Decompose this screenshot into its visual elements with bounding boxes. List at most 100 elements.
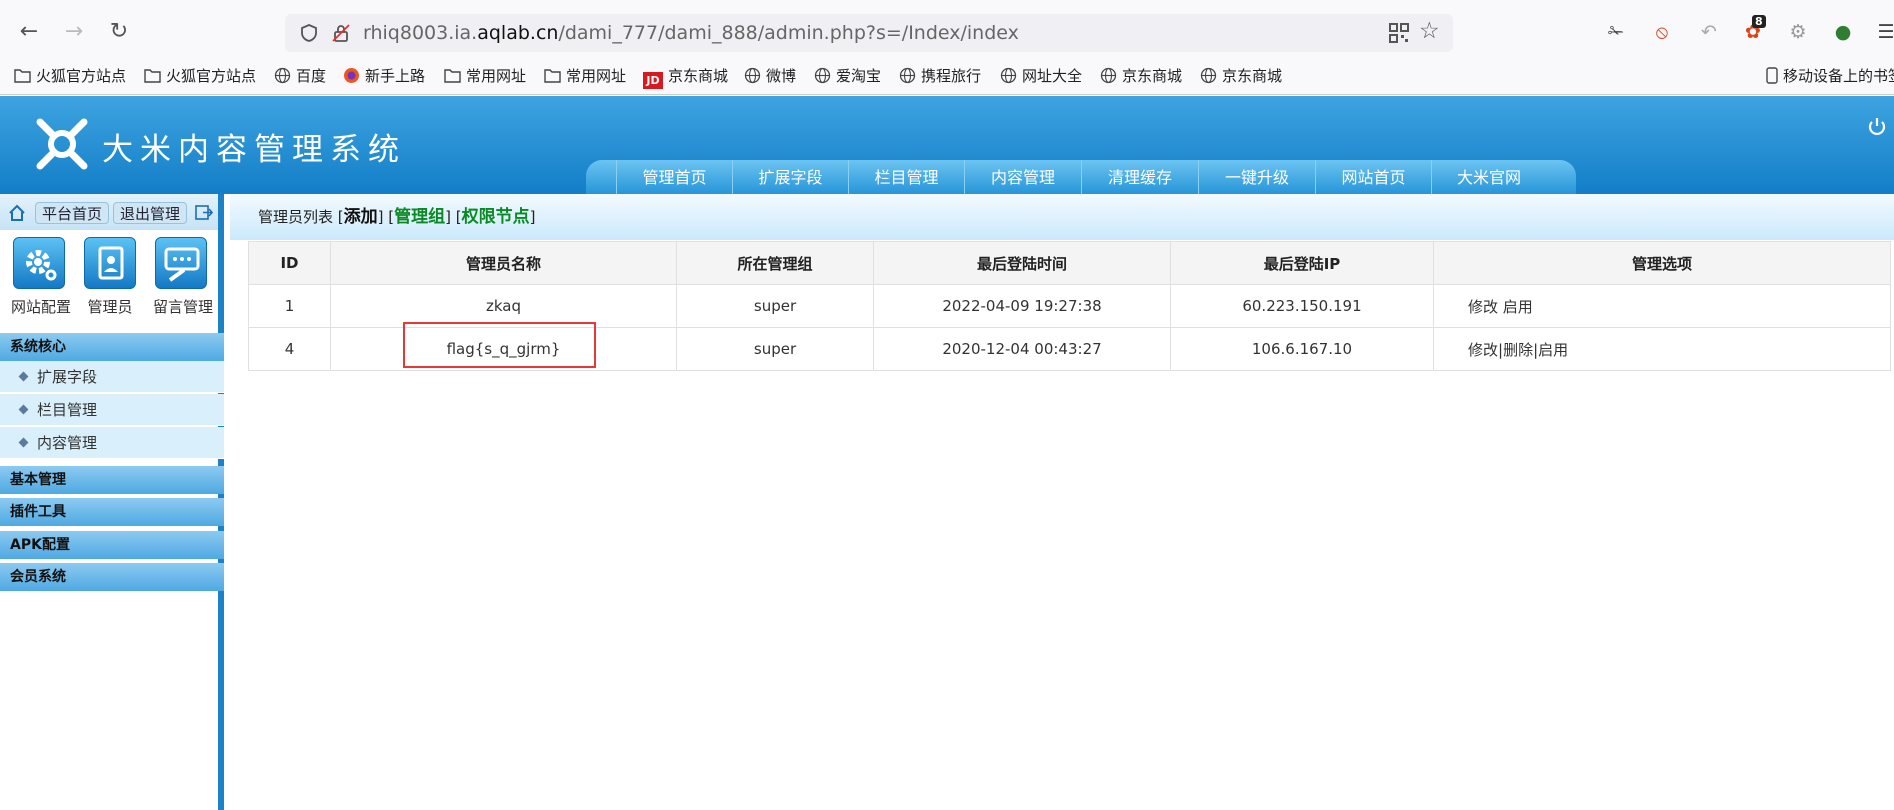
top-nav: 管理首页 扩展字段 栏目管理 内容管理 清理缓存 一键升级 网站首页 大米官网 [586,160,1576,194]
bookmark-item[interactable]: 爱淘宝 [814,62,881,90]
insecure-lock-icon[interactable] [331,23,351,43]
sidebar-item-column-manage[interactable]: 栏目管理 [0,394,224,426]
breadcrumb-label: 管理员列表 [258,208,334,226]
cell-id: 4 [248,327,331,371]
mobile-device-icon [1766,67,1778,84]
folder-icon [444,69,461,83]
cell-ip: 60.223.150.191 [1170,284,1434,328]
gear-icon [13,237,65,289]
enable-link[interactable]: 启用 [1503,298,1533,316]
folder-icon [14,69,31,83]
add-admin-link[interactable]: 添加 [344,207,378,227]
firefox-icon [344,68,359,83]
globe-icon [899,67,916,84]
globe-icon [1200,67,1217,84]
globe-icon [814,67,831,84]
bookmark-item[interactable]: 火狐官方站点 [144,62,256,90]
profile-avatar-icon[interactable]: ● [1831,20,1855,44]
block-extension-icon[interactable]: ⦸ [1650,20,1674,44]
edit-link[interactable]: 修改 [1468,298,1498,316]
bookmark-item[interactable]: 火狐官方站点 [14,62,126,90]
cell-id: 1 [248,284,331,328]
table-header-row: ID 管理员名称 所在管理组 最后登陆时间 最后登陆IP 管理选项 [248,241,1891,285]
cell-actions: 修改 启用 [1433,284,1891,328]
platform-home-button[interactable]: 平台首页 [35,202,110,224]
bookmark-item[interactable]: JD 京东商城 [643,62,728,90]
browser-chrome: ← → ↻ rhiq8003.ia.aqlab.cn/dami_777/dami… [0,0,1894,95]
section-basic-manage[interactable]: 基本管理 [0,466,224,494]
app-title: 大米内容管理系统 [102,132,406,168]
menu-icon[interactable]: ☰ [1874,20,1894,44]
bookmark-item[interactable]: 携程旅行 [899,62,981,90]
url-text: rhiq8003.ia.aqlab.cn/dami_777/dami_888/a… [363,22,1019,44]
cell-actions: 修改|删除|启用 [1433,327,1891,371]
logout-button[interactable]: 退出管理 [113,202,188,224]
quick-admin[interactable]: 管理员 [82,237,138,317]
back-icon[interactable]: ← [14,17,44,47]
nav-admin-home[interactable]: 管理首页 [616,160,732,194]
nav-extend-fields[interactable]: 扩展字段 [732,160,848,194]
mobile-bookmarks[interactable]: 移动设备上的书签 [1766,62,1894,90]
bookmarks-toolbar: 火狐官方站点 火狐官方站点 百度 新手上路 常用网址 常用网址 JD 京东商城 微… [0,62,1894,90]
folder-icon [544,69,561,83]
col-group: 所在管理组 [676,241,874,285]
quick-messages[interactable]: 留言管理 [153,237,214,317]
nav-upgrade[interactable]: 一键升级 [1198,160,1315,194]
nav-clear-cache[interactable]: 清理缓存 [1081,160,1198,194]
nav-site-home[interactable]: 网站首页 [1315,160,1431,194]
power-icon[interactable] [1866,116,1888,138]
bookmark-item[interactable]: 京东商城 [1200,62,1282,90]
col-actions: 管理选项 [1433,241,1891,285]
bookmark-item[interactable]: 网址大全 [1000,62,1082,90]
quick-label: 管理员 [87,298,133,316]
bookmark-item[interactable]: 常用网址 [544,62,626,90]
settings-gear-icon[interactable]: ⚙ [1786,20,1810,44]
delete-link[interactable]: 删除 [1503,341,1533,359]
admin-group-link[interactable]: 管理组 [394,207,445,227]
cell-group: super [676,284,874,328]
bookmark-item[interactable]: 常用网址 [444,62,526,90]
sidebar-item-content-manage[interactable]: 内容管理 [0,427,224,459]
section-apk-config[interactable]: APK配置 [0,531,224,559]
dami-logo-icon [36,118,88,170]
sidebar: 平台首页 退出管理 网站配置 管理员 留言管理 系统核心 扩展字段 栏目管理 内… [0,194,224,810]
crop-icon[interactable]: ✁ [1604,20,1628,44]
qr-code-icon[interactable] [1388,22,1410,44]
nav-column-manage[interactable]: 栏目管理 [848,160,964,194]
bookmark-star-icon[interactable]: ☆ [1419,18,1440,44]
col-last-login-time: 最后登陆时间 [873,241,1171,285]
enable-link[interactable]: 启用 [1538,341,1568,359]
shield-icon[interactable] [299,23,319,43]
bookmark-item[interactable]: 微博 [744,62,796,90]
edit-link[interactable]: 修改 [1468,341,1498,359]
sidebar-top-bar: 平台首页 退出管理 [0,194,218,230]
section-member-system[interactable]: 会员系统 [0,563,224,591]
jd-logo-icon: JD [643,72,663,89]
bookmark-item[interactable]: 新手上路 [343,62,425,90]
section-plugin-tools[interactable]: 插件工具 [0,498,224,526]
extension-badge-count: 8 [1752,15,1766,28]
bookmark-item[interactable]: 京东商城 [1100,62,1182,90]
section-system-core[interactable]: 系统核心 [0,333,224,361]
forward-icon[interactable]: → [59,17,89,47]
undo-icon[interactable]: ↶ [1697,20,1721,44]
sidebar-item-extend-fields[interactable]: 扩展字段 [0,361,224,393]
col-last-login-ip: 最后登陆IP [1170,241,1434,285]
reload-icon[interactable]: ↻ [104,17,134,47]
highlight-box [403,322,596,368]
globe-icon [274,67,291,84]
bookmark-item[interactable]: 百度 [274,62,326,90]
nav-official-site[interactable]: 大米官网 [1431,160,1546,194]
quick-label: 留言管理 [153,298,214,316]
permission-node-link[interactable]: 权限节点 [462,207,530,227]
home-icon[interactable] [8,204,26,221]
cell-group: super [676,327,874,371]
url-bar[interactable]: rhiq8003.ia.aqlab.cn/dami_777/dami_888/a… [285,14,1453,52]
globe-icon [1100,67,1117,84]
nav-content-manage[interactable]: 内容管理 [964,160,1081,194]
breadcrumb: 管理员列表 [添加] [管理组] [权限节点] [230,194,1894,240]
col-id: ID [248,241,331,285]
exit-icon[interactable] [195,205,213,220]
cell-ip: 106.6.167.10 [1170,327,1434,371]
quick-site-config[interactable]: 网站配置 [11,237,71,317]
